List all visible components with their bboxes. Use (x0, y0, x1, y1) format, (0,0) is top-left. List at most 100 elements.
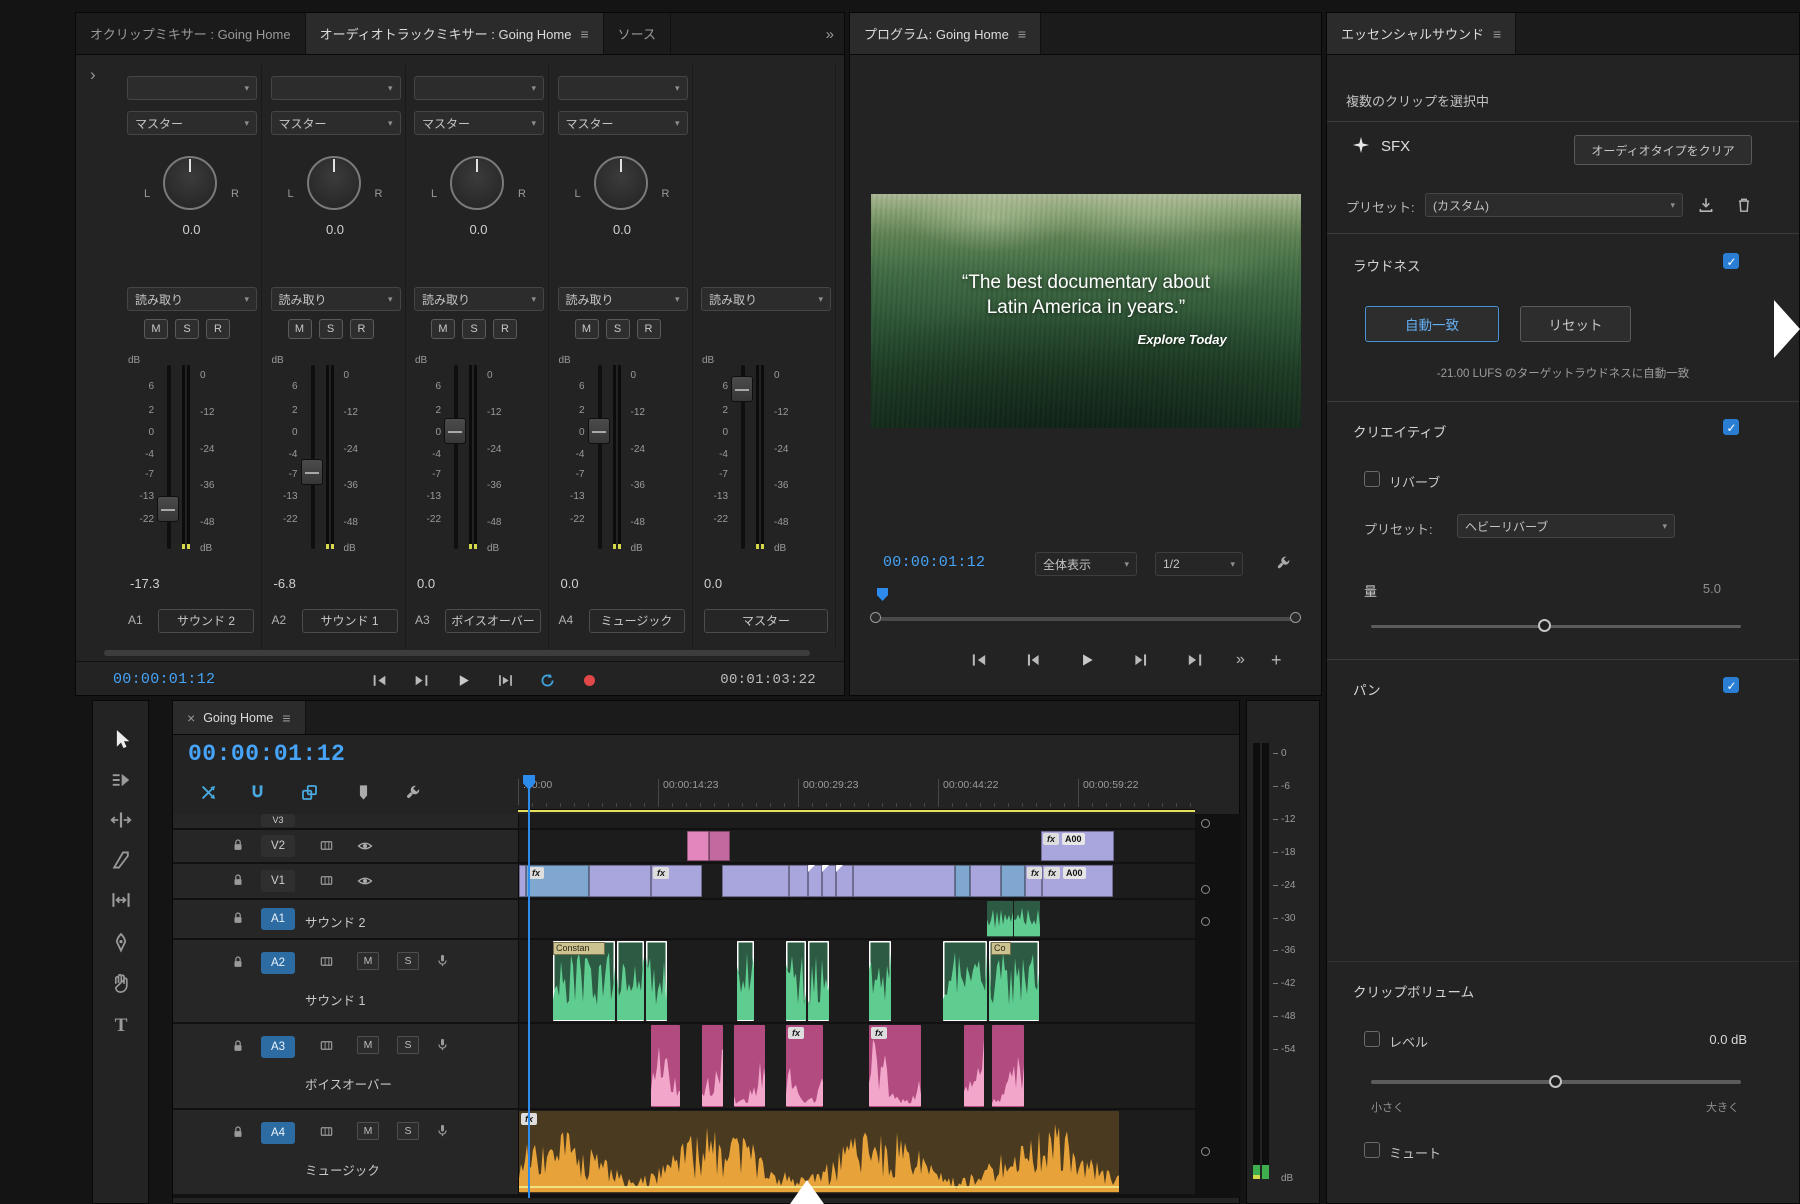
timeline-clip[interactable] (943, 941, 987, 1021)
slip-tool[interactable] (110, 889, 134, 913)
pan-checkbox[interactable] (1723, 677, 1739, 693)
timeline-clip[interactable] (722, 865, 789, 897)
mute-checkbox[interactable] (1364, 1142, 1380, 1158)
record-button[interactable] (578, 669, 600, 691)
lock-icon[interactable] (231, 1039, 247, 1055)
mixer-timecode[interactable]: 00:00:01:12 (113, 671, 215, 688)
timeline-clip[interactable]: Co (989, 941, 1039, 1021)
ripple-edit-tool[interactable] (110, 809, 134, 833)
fader-track[interactable] (598, 365, 602, 549)
timeline-clip[interactable]: fxA00 (1042, 865, 1113, 897)
auto-match-button[interactable]: 自動一致 (1365, 306, 1499, 342)
track-lane-A3[interactable]: fxfx (518, 1024, 1195, 1108)
track-mute-button[interactable]: M (357, 1122, 379, 1140)
timeline-clip[interactable] (1014, 901, 1040, 937)
tab-sequence-going-home[interactable]: × Going Home ≡ (173, 701, 306, 734)
clear-audio-type-button[interactable]: オーディオタイプをクリア (1574, 135, 1752, 165)
slider-handle[interactable] (1549, 1075, 1562, 1088)
panel-menu-icon[interactable]: ≡ (1018, 26, 1026, 42)
timeline-clip[interactable] (789, 865, 808, 897)
timeline-clip[interactable]: fx (526, 865, 589, 897)
lock-icon[interactable] (231, 1125, 247, 1141)
solo-button[interactable]: S (606, 319, 630, 339)
time-ruler[interactable]: :00:0000:00:14:2300:00:29:2300:00:44:220… (518, 773, 1195, 810)
add-button-icon[interactable]: + (1271, 650, 1282, 671)
timeline-clip[interactable] (1001, 865, 1025, 897)
solo-button[interactable]: S (175, 319, 199, 339)
pan-knob[interactable] (163, 156, 217, 210)
loudness-checkbox[interactable] (1723, 253, 1739, 269)
solo-button[interactable]: S (319, 319, 343, 339)
lock-icon[interactable] (231, 838, 247, 854)
playhead-line[interactable] (528, 775, 530, 1198)
scrollbar-handle[interactable] (1201, 819, 1210, 828)
program-scrubber-playhead[interactable] (877, 588, 888, 601)
timeline-clip[interactable] (687, 831, 709, 861)
play-button[interactable] (1076, 649, 1098, 671)
playback-resolution-select[interactable]: 1/2▾ (1155, 552, 1243, 576)
timeline-clip[interactable]: fx (869, 1025, 921, 1107)
panel-reveal-arrow-bottom[interactable] (790, 1180, 824, 1204)
delete-preset-icon[interactable] (1735, 196, 1753, 214)
play-in-out-button[interactable] (494, 669, 516, 691)
slider-rail[interactable] (1371, 625, 1741, 628)
wrench-icon[interactable] (403, 783, 423, 803)
panel-menu-icon[interactable]: ≡ (1493, 26, 1501, 42)
go-to-out-button[interactable] (410, 669, 432, 691)
automation-mode-select[interactable]: 読み取り▾ (558, 287, 688, 311)
mute-button[interactable]: M (431, 319, 455, 339)
razor-tool[interactable] (110, 849, 134, 873)
track-mute-button[interactable]: M (357, 952, 379, 970)
record-arm-button[interactable]: R (637, 319, 661, 339)
timeline-clip[interactable] (808, 865, 822, 897)
track-lane-V2[interactable]: fxA00 (518, 830, 1195, 862)
automation-mode-select[interactable]: 読み取り▾ (414, 287, 544, 311)
timeline-timecode[interactable]: 00:00:01:12 (188, 741, 345, 767)
level-checkbox[interactable] (1364, 1031, 1380, 1047)
zoom-fit-select[interactable]: 全体表示▾ (1035, 552, 1137, 576)
add-marker-icon[interactable] (354, 783, 374, 803)
transport-overflow-icon[interactable]: » (1236, 651, 1245, 669)
creative-checkbox[interactable] (1723, 419, 1739, 435)
timeline-clip[interactable] (651, 1025, 680, 1107)
fader-handle[interactable] (444, 418, 466, 444)
track-lane-V1[interactable]: fxfxfxfxA00 (518, 864, 1195, 898)
track-lane-A1[interactable] (518, 900, 1195, 938)
timeline-clip[interactable] (646, 941, 667, 1021)
mixer-hscrollbar[interactable] (104, 650, 810, 656)
step-forward-button[interactable] (1130, 649, 1152, 671)
snap-icon[interactable] (248, 783, 268, 803)
timeline-clip[interactable] (836, 865, 853, 897)
step-back-button[interactable] (1022, 649, 1044, 671)
timeline-clip[interactable]: fxA00 (1041, 831, 1114, 861)
automation-mode-select[interactable]: 読み取り▾ (271, 287, 401, 311)
track-solo-button[interactable]: S (397, 1122, 419, 1140)
zoom-bar-left-handle[interactable] (870, 612, 881, 623)
solo-button[interactable]: S (462, 319, 486, 339)
timeline-clip[interactable] (589, 865, 651, 897)
level-slider[interactable] (1371, 1075, 1741, 1089)
program-zoom-bar[interactable] (875, 617, 1295, 621)
sync-lock-icon[interactable] (319, 873, 335, 889)
voiceover-record-icon[interactable] (435, 953, 451, 969)
pen-tool[interactable] (110, 932, 134, 956)
track-mute-button[interactable]: M (357, 1036, 379, 1054)
crossfade-transition[interactable]: Co (991, 942, 1011, 955)
track-V2-target[interactable]: V2 (261, 835, 295, 857)
timeline-clip[interactable] (964, 1025, 984, 1107)
pan-knob[interactable] (594, 156, 648, 210)
input-routing-select[interactable]: ▾ (127, 76, 257, 100)
timeline-clip[interactable]: fx (786, 1025, 823, 1107)
tab-audio-track-mixer[interactable]: オーディオトラックミキサー : Going Home≡ (306, 13, 604, 54)
pan-knob[interactable] (450, 156, 504, 210)
timeline-clip[interactable] (869, 941, 891, 1021)
sync-lock-icon[interactable] (319, 954, 335, 970)
fader-handle[interactable] (301, 459, 323, 485)
slider-handle[interactable] (1538, 619, 1551, 632)
sync-lock-icon[interactable] (319, 1124, 335, 1140)
tab-essential-sound[interactable]: エッセンシャルサウンド≡ (1327, 13, 1516, 54)
track-output-eye-icon[interactable] (357, 838, 373, 854)
lock-icon[interactable] (231, 873, 247, 889)
track-select-forward-tool[interactable] (110, 769, 134, 793)
track-A2-target[interactable]: A2 (261, 952, 295, 974)
